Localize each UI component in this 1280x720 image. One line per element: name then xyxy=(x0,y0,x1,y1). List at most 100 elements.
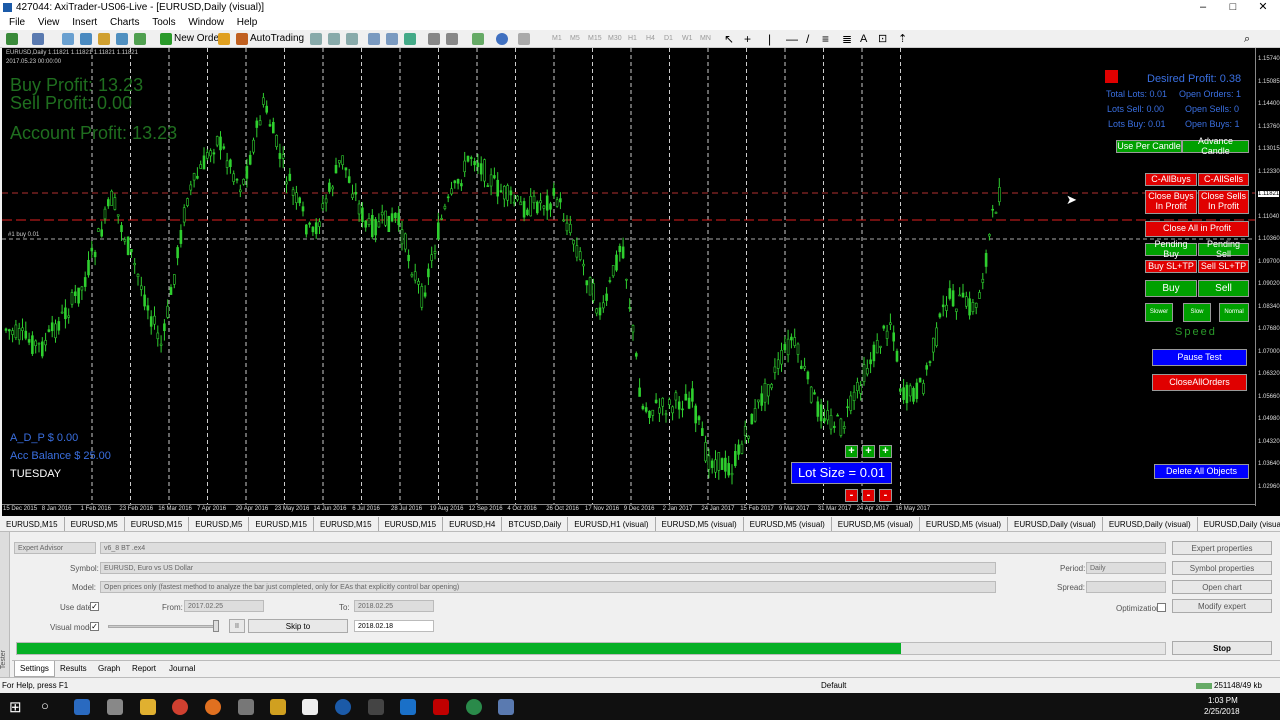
speed-normal-button[interactable]: Normal xyxy=(1219,303,1249,322)
fibonacci-icon[interactable]: ≣ xyxy=(842,32,852,46)
speed-slower-button[interactable]: Slower xyxy=(1145,303,1173,322)
model-select[interactable]: Open prices only (fastest method to anal… xyxy=(100,581,996,593)
chart-tab[interactable]: EURUSD,M15 xyxy=(125,517,190,531)
file-explorer-icon[interactable] xyxy=(140,699,156,715)
indicators-icon[interactable] xyxy=(472,33,484,45)
tab-settings[interactable]: Settings xyxy=(14,661,55,677)
skip-date-input[interactable]: 2018.02.18 xyxy=(354,620,434,632)
app-icon-7[interactable] xyxy=(466,699,482,715)
tab-report[interactable]: Report xyxy=(132,661,156,676)
cursor-tool-icon[interactable]: ↖ xyxy=(724,32,734,46)
speed-slow-button[interactable]: Slow xyxy=(1183,303,1211,322)
menu-file[interactable]: File xyxy=(4,15,30,30)
vertical-line-icon[interactable]: | xyxy=(768,32,771,46)
expert-select[interactable]: v6_8 BT .ex4 xyxy=(100,542,1166,554)
zoom-in-icon[interactable] xyxy=(368,33,380,45)
bar-chart-icon[interactable] xyxy=(310,33,322,45)
data-window-icon[interactable] xyxy=(80,33,92,45)
chart-shift-icon[interactable] xyxy=(428,33,440,45)
chart-tab[interactable]: EURUSD,M5 (visual) xyxy=(744,517,832,531)
tf-w1[interactable]: W1 xyxy=(682,32,693,46)
chart-tab[interactable]: EURUSD,H4 xyxy=(443,517,503,531)
new-chart-icon[interactable] xyxy=(6,33,18,45)
open-chart-button[interactable]: Open chart xyxy=(1172,580,1272,594)
sell-sltp-button[interactable]: Sell SL+TP xyxy=(1198,260,1249,273)
label-tool-icon[interactable]: ⊡ xyxy=(878,32,887,46)
visual-speed-handle[interactable] xyxy=(213,620,219,632)
firefox-icon[interactable] xyxy=(205,699,221,715)
crosshair-icon[interactable]: + xyxy=(744,32,751,46)
lot-plus-3-button[interactable]: + xyxy=(879,445,892,458)
app-icon-6[interactable] xyxy=(368,699,384,715)
tf-h1[interactable]: H1 xyxy=(628,32,637,46)
close-buys-in-profit-button[interactable]: Close Buys In Profit xyxy=(1145,190,1197,214)
text-tool-icon[interactable]: A xyxy=(860,32,867,46)
tab-journal[interactable]: Journal xyxy=(169,661,195,676)
chart-tab[interactable]: EURUSD,M15 xyxy=(379,517,444,531)
autoscroll-icon[interactable] xyxy=(446,33,458,45)
lot-minus-2-button[interactable]: - xyxy=(862,489,875,502)
chart-tab[interactable]: EURUSD,Daily (visual) xyxy=(1008,517,1103,531)
tf-m1[interactable]: M1 xyxy=(552,32,562,46)
pending-buy-button[interactable]: Pending Buy xyxy=(1145,239,1197,258)
from-date-input[interactable]: 2017.02.25 xyxy=(184,600,264,612)
edge-icon[interactable] xyxy=(400,699,416,715)
expert-properties-button[interactable]: Expert properties xyxy=(1172,541,1272,555)
periods-icon[interactable] xyxy=(496,33,508,45)
advance-candle-button[interactable]: Advance Candle xyxy=(1182,136,1249,155)
to-date-input[interactable]: 2018.02.25 xyxy=(354,600,434,612)
tf-m15[interactable]: M15 xyxy=(588,32,602,46)
menu-tools[interactable]: Tools xyxy=(147,15,180,30)
new-order-icon[interactable] xyxy=(160,33,172,45)
chrome-icon[interactable] xyxy=(172,699,188,715)
app-icon-2[interactable] xyxy=(238,699,254,715)
metaeditor-icon[interactable] xyxy=(218,33,230,45)
buy-button[interactable]: Buy xyxy=(1145,280,1197,297)
use-per-candle-button[interactable]: Use Per Candle xyxy=(1116,140,1182,153)
app-icon-1[interactable] xyxy=(107,699,123,715)
chart-tab[interactable]: EURUSD,Daily (visual) xyxy=(1103,517,1198,531)
chart-tab[interactable]: EURUSD,M5 xyxy=(189,517,250,531)
menu-insert[interactable]: Insert xyxy=(67,15,102,30)
pause-test-button[interactable]: Pause Test xyxy=(1152,349,1247,366)
lot-plus-2-button[interactable]: + xyxy=(862,445,875,458)
windows-start-icon[interactable]: ⊞ xyxy=(9,698,22,716)
chart-tab[interactable]: EURUSD,Daily (visual) xyxy=(1198,517,1280,531)
chart-tab[interactable]: EURUSD,M15 xyxy=(249,517,314,531)
chart-tab[interactable]: EURUSD,H1 (visual) xyxy=(568,517,656,531)
skip-to-button[interactable]: Skip to xyxy=(248,619,348,633)
close-all-sells-button[interactable]: C-AllSells xyxy=(1198,173,1249,186)
templates-icon[interactable] xyxy=(518,33,530,45)
app-icon-4[interactable] xyxy=(302,699,318,715)
horizontal-line-icon[interactable]: — xyxy=(786,32,798,46)
candlestick-icon[interactable] xyxy=(328,33,340,45)
price-chart[interactable]: EURUSD,Daily 1.11821 1.11821 1.11821 1.1… xyxy=(2,48,1280,516)
lot-plus-1-button[interactable]: + xyxy=(845,445,858,458)
lot-minus-3-button[interactable]: - xyxy=(879,489,892,502)
menu-charts[interactable]: Charts xyxy=(105,15,144,30)
stop-button[interactable]: Stop xyxy=(1172,641,1272,655)
menu-help[interactable]: Help xyxy=(232,15,263,30)
chart-tab[interactable]: BTCUSD,Daily xyxy=(502,517,569,531)
autotrading-button[interactable]: AutoTrading xyxy=(250,32,304,46)
spread-select[interactable] xyxy=(1086,581,1166,593)
tester-icon[interactable] xyxy=(134,33,146,45)
task-view-icon[interactable] xyxy=(74,699,90,715)
maximize-button[interactable]: □ xyxy=(1218,0,1248,15)
tab-results[interactable]: Results xyxy=(60,661,87,676)
new-order-button[interactable]: New Order xyxy=(174,32,222,46)
tab-graph[interactable]: Graph xyxy=(98,661,120,676)
chart-tab[interactable]: EURUSD,M5 (visual) xyxy=(920,517,1009,531)
tester-mode-select[interactable]: Expert Advisor xyxy=(14,542,96,554)
terminal-icon[interactable] xyxy=(116,33,128,45)
close-sells-in-profit-button[interactable]: Close Sells In Profit xyxy=(1198,190,1249,214)
close-all-in-profit-button[interactable]: Close All in Profit xyxy=(1145,221,1249,237)
chart-tab[interactable]: EURUSD,M15 xyxy=(0,517,65,531)
minimize-button[interactable]: – xyxy=(1188,0,1218,15)
visual-speed-slider[interactable] xyxy=(108,625,218,628)
profiles-icon[interactable] xyxy=(32,33,44,45)
pause-button[interactable]: II xyxy=(229,619,245,633)
chart-tab[interactable]: EURUSD,M5 xyxy=(65,517,125,531)
period-select[interactable]: Daily xyxy=(1086,562,1166,574)
arrows-tool-icon[interactable]: ⇡ xyxy=(898,32,907,46)
